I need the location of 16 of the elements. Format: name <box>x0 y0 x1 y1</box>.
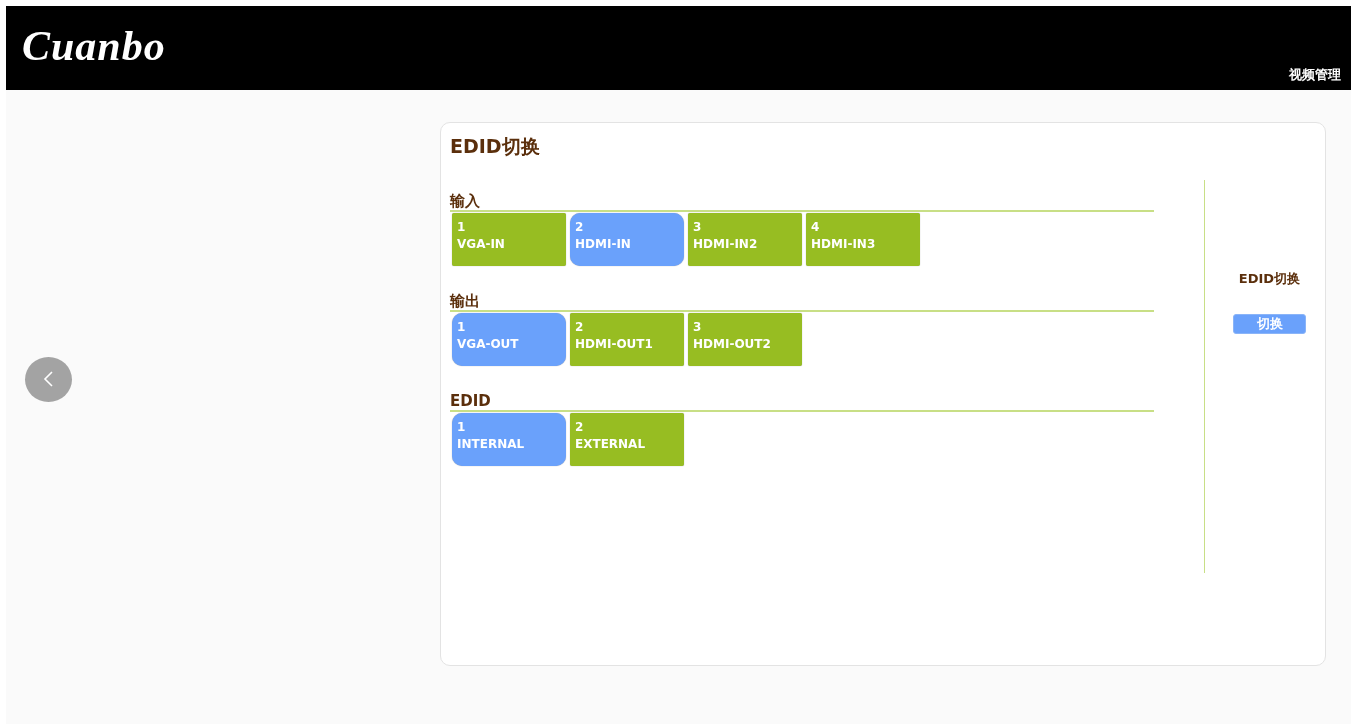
side-label: EDID切换 <box>1238 270 1301 288</box>
port-tile[interactable]: 2 HDMI-OUT1 <box>570 313 684 366</box>
port-tile[interactable]: 3 HDMI-OUT2 <box>688 313 802 366</box>
port-tile[interactable]: 2 EXTERNAL <box>570 413 684 466</box>
port-tile[interactable]: 1 VGA-IN <box>452 213 566 266</box>
panel-title: EDID切换 <box>450 134 541 159</box>
switch-button[interactable]: 切换 <box>1233 314 1306 334</box>
port-tile[interactable]: 1 INTERNAL <box>452 413 566 466</box>
port-tile[interactable]: 4 HDMI-IN3 <box>806 213 920 266</box>
port-tile[interactable]: 1 VGA-OUT <box>452 313 566 366</box>
back-button[interactable] <box>25 356 72 402</box>
port-tile[interactable]: 2 HDMI-IN <box>570 213 684 266</box>
nav-link[interactable]: 视频管理 <box>1289 66 1341 84</box>
logo: Cuanbo <box>22 22 166 70</box>
chevron-left-icon <box>41 370 56 388</box>
port-tile[interactable]: 3 HDMI-IN2 <box>688 213 802 266</box>
